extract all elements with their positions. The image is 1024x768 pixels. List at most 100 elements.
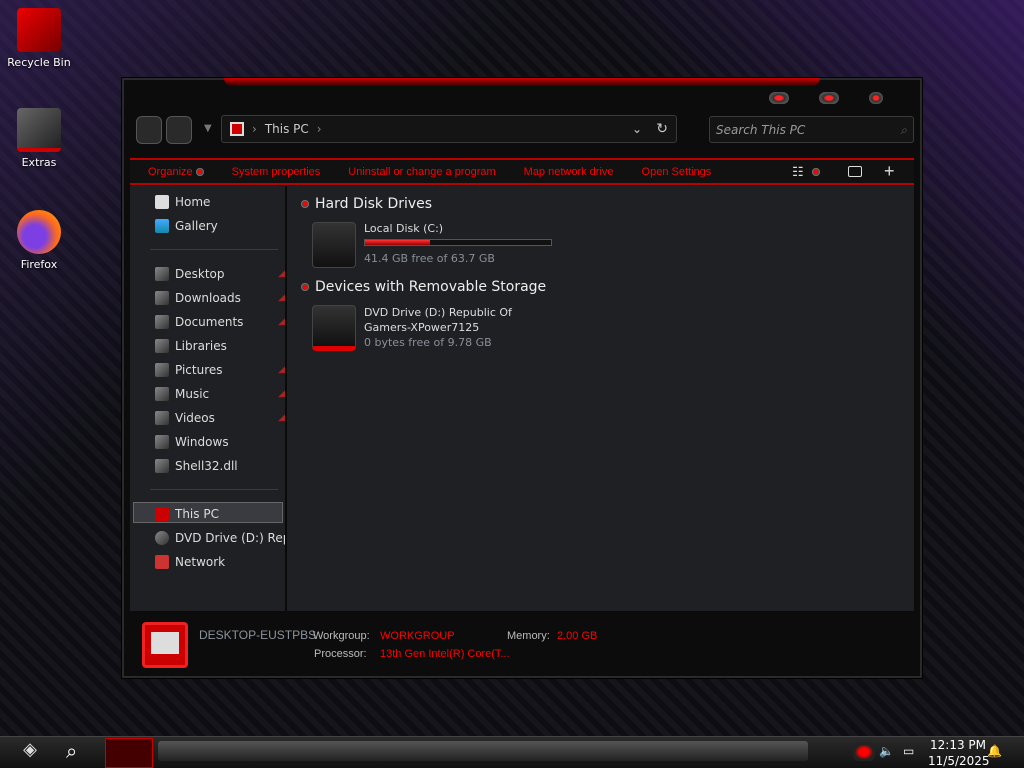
pin-icon: ◢ xyxy=(278,389,285,399)
taskbar-file-explorer[interactable] xyxy=(105,738,153,768)
forward-button[interactable] xyxy=(166,116,192,144)
sidebar-item-windows[interactable]: Windows xyxy=(155,432,285,452)
sidebar-item-documents[interactable]: Documents ◢ xyxy=(155,312,285,332)
pictures-folder-icon xyxy=(155,363,169,377)
processor-label: Processor: xyxy=(314,648,367,660)
minimize-button[interactable] xyxy=(769,92,789,104)
notification-bell-icon[interactable]: 🔔 xyxy=(987,744,1002,758)
open-settings-button[interactable]: Open Settings xyxy=(642,166,712,178)
this-pc-icon xyxy=(155,507,169,521)
sidebar-item-network[interactable]: Network xyxy=(155,552,285,572)
computer-icon xyxy=(142,622,188,668)
sidebar-item-dvd-drive[interactable]: DVD Drive (D:) Republic Of Gamers-XPower… xyxy=(155,528,285,548)
close-button[interactable] xyxy=(869,92,883,104)
sidebar-label: Videos xyxy=(175,411,215,425)
drive-usage-bar xyxy=(364,239,552,246)
view-options-icon[interactable]: ☷ xyxy=(792,164,820,180)
sidebar-label: Documents xyxy=(175,315,244,329)
drive-name-cont: Gamers-XPower7125 xyxy=(364,321,480,334)
gallery-icon xyxy=(155,219,169,233)
organize-button[interactable]: Organize xyxy=(148,166,204,178)
drive-name: DVD Drive (D:) Republic Of xyxy=(364,306,512,319)
window-top-glow xyxy=(224,78,820,86)
add-icon[interactable]: + xyxy=(884,161,895,182)
processor-value: 13th Gen Intel(R) Core(T... xyxy=(380,648,510,660)
folder-icon xyxy=(155,459,169,473)
workgroup-label: Workgroup: xyxy=(313,630,370,642)
sidebar-item-libraries[interactable]: Libraries xyxy=(155,336,285,356)
group-title: Devices with Removable Storage xyxy=(315,279,547,295)
sidebar-item-this-pc[interactable]: This PC xyxy=(155,504,285,524)
collapse-dot-icon xyxy=(301,283,309,291)
clock-date[interactable]: 11/5/2025 xyxy=(928,754,990,768)
clock-time[interactable]: 12:13 PM xyxy=(930,738,986,752)
command-bar: Organize System properties Uninstall or … xyxy=(130,158,914,185)
sidebar-label: Downloads xyxy=(175,291,241,305)
desktop-icon-label: Firefox xyxy=(20,258,58,271)
firefox-icon xyxy=(17,210,61,254)
drive-dvd-d[interactable]: DVD Drive (D:) Republic Of Gamers-XPower7… xyxy=(312,305,512,351)
folder-icon xyxy=(155,435,169,449)
computer-name: DESKTOP-EUSTPBS xyxy=(199,628,317,642)
sidebar-item-videos[interactable]: Videos ◢ xyxy=(155,408,285,428)
desktop-icon-firefox[interactable]: Firefox xyxy=(4,210,74,271)
search-icon[interactable]: ⌕ xyxy=(66,739,77,763)
system-properties-button[interactable]: System properties xyxy=(232,166,321,178)
drive-local-disk-c[interactable]: Local Disk (C:) 41.4 GB free of 63.7 GB xyxy=(312,222,552,268)
start-button[interactable]: ◈ xyxy=(4,739,56,767)
desktop-icon-label: Extras xyxy=(21,156,57,169)
sidebar-item-music[interactable]: Music ◢ xyxy=(155,384,285,404)
sidebar-item-downloads[interactable]: Downloads ◢ xyxy=(155,288,285,308)
network-icon[interactable]: ▭ xyxy=(903,744,914,758)
hard-drive-icon xyxy=(312,222,356,268)
drive-name: Local Disk (C:) xyxy=(364,222,444,235)
taskbar: ◈ ⌕ 🔈 ▭ 12:13 PM 11/5/2025 🔔 xyxy=(0,736,1024,768)
organize-label: Organize xyxy=(148,165,193,178)
dvd-drive-icon xyxy=(155,531,169,545)
file-explorer-window: ▼ › This PC › ⌄ ↻ Search This PC ⌕ Organi… xyxy=(122,78,922,678)
volume-icon[interactable]: 🔈 xyxy=(879,744,894,758)
this-pc-icon xyxy=(230,122,244,136)
group-header-removable-storage[interactable]: Devices with Removable Storage xyxy=(298,279,546,295)
pin-icon: ◢ xyxy=(278,293,285,303)
breadcrumb-separator-icon: › xyxy=(316,122,322,136)
preview-pane-icon[interactable] xyxy=(848,166,862,177)
desktop-icon-extras[interactable]: Extras xyxy=(4,108,74,169)
sidebar-label: Gallery xyxy=(175,219,218,233)
maximize-button[interactable] xyxy=(819,92,839,104)
search-icon: ⌕ xyxy=(900,123,907,137)
documents-folder-icon xyxy=(155,315,169,329)
uninstall-program-button[interactable]: Uninstall or change a program xyxy=(348,166,495,178)
breadcrumb-this-pc[interactable]: This PC xyxy=(265,122,309,136)
content-area: Home Gallery Desktop ◢ Downloads ◢ Documen… xyxy=(130,186,914,611)
group-title: Hard Disk Drives xyxy=(315,196,433,212)
search-placeholder: Search This PC xyxy=(716,123,806,137)
group-header-hard-disk-drives[interactable]: Hard Disk Drives xyxy=(298,196,432,212)
desktop-icon-recycle-bin[interactable]: Recycle Bin xyxy=(4,8,74,69)
sidebar-item-pictures[interactable]: Pictures ◢ xyxy=(155,360,285,380)
tray-rog-icon[interactable] xyxy=(853,743,875,761)
recent-locations-chevron-icon[interactable]: ▼ xyxy=(204,123,212,134)
address-bar[interactable]: › This PC › ⌄ ↻ xyxy=(221,115,677,143)
music-folder-icon xyxy=(155,387,169,401)
sidebar-item-home[interactable]: Home xyxy=(155,192,285,212)
downloads-folder-icon xyxy=(155,291,169,305)
map-network-drive-button[interactable]: Map network drive xyxy=(524,166,614,178)
extras-icon xyxy=(17,108,61,152)
sidebar-item-desktop[interactable]: Desktop ◢ xyxy=(155,264,285,284)
refresh-icon[interactable]: ↻ xyxy=(656,121,668,137)
search-input[interactable]: Search This PC ⌕ xyxy=(709,116,914,143)
workgroup-value: WORKGROUP xyxy=(380,630,455,642)
sidebar-label: Pictures xyxy=(175,363,223,377)
sidebar-label: DVD Drive (D:) Republic Of Gamers-XPower… xyxy=(175,531,285,545)
address-dropdown-icon[interactable]: ⌄ xyxy=(632,122,642,136)
network-icon xyxy=(155,555,169,569)
sidebar-label: Desktop xyxy=(175,267,225,281)
videos-folder-icon xyxy=(155,411,169,425)
sidebar-item-shell32[interactable]: Shell32.dll xyxy=(155,456,285,476)
sidebar-label: Shell32.dll xyxy=(175,459,238,473)
sidebar-label: Music xyxy=(175,387,210,401)
back-button[interactable] xyxy=(136,116,162,144)
sidebar-item-gallery[interactable]: Gallery xyxy=(155,216,285,236)
details-pane: DESKTOP-EUSTPBS Workgroup: WORKGROUP Mem… xyxy=(130,612,914,672)
